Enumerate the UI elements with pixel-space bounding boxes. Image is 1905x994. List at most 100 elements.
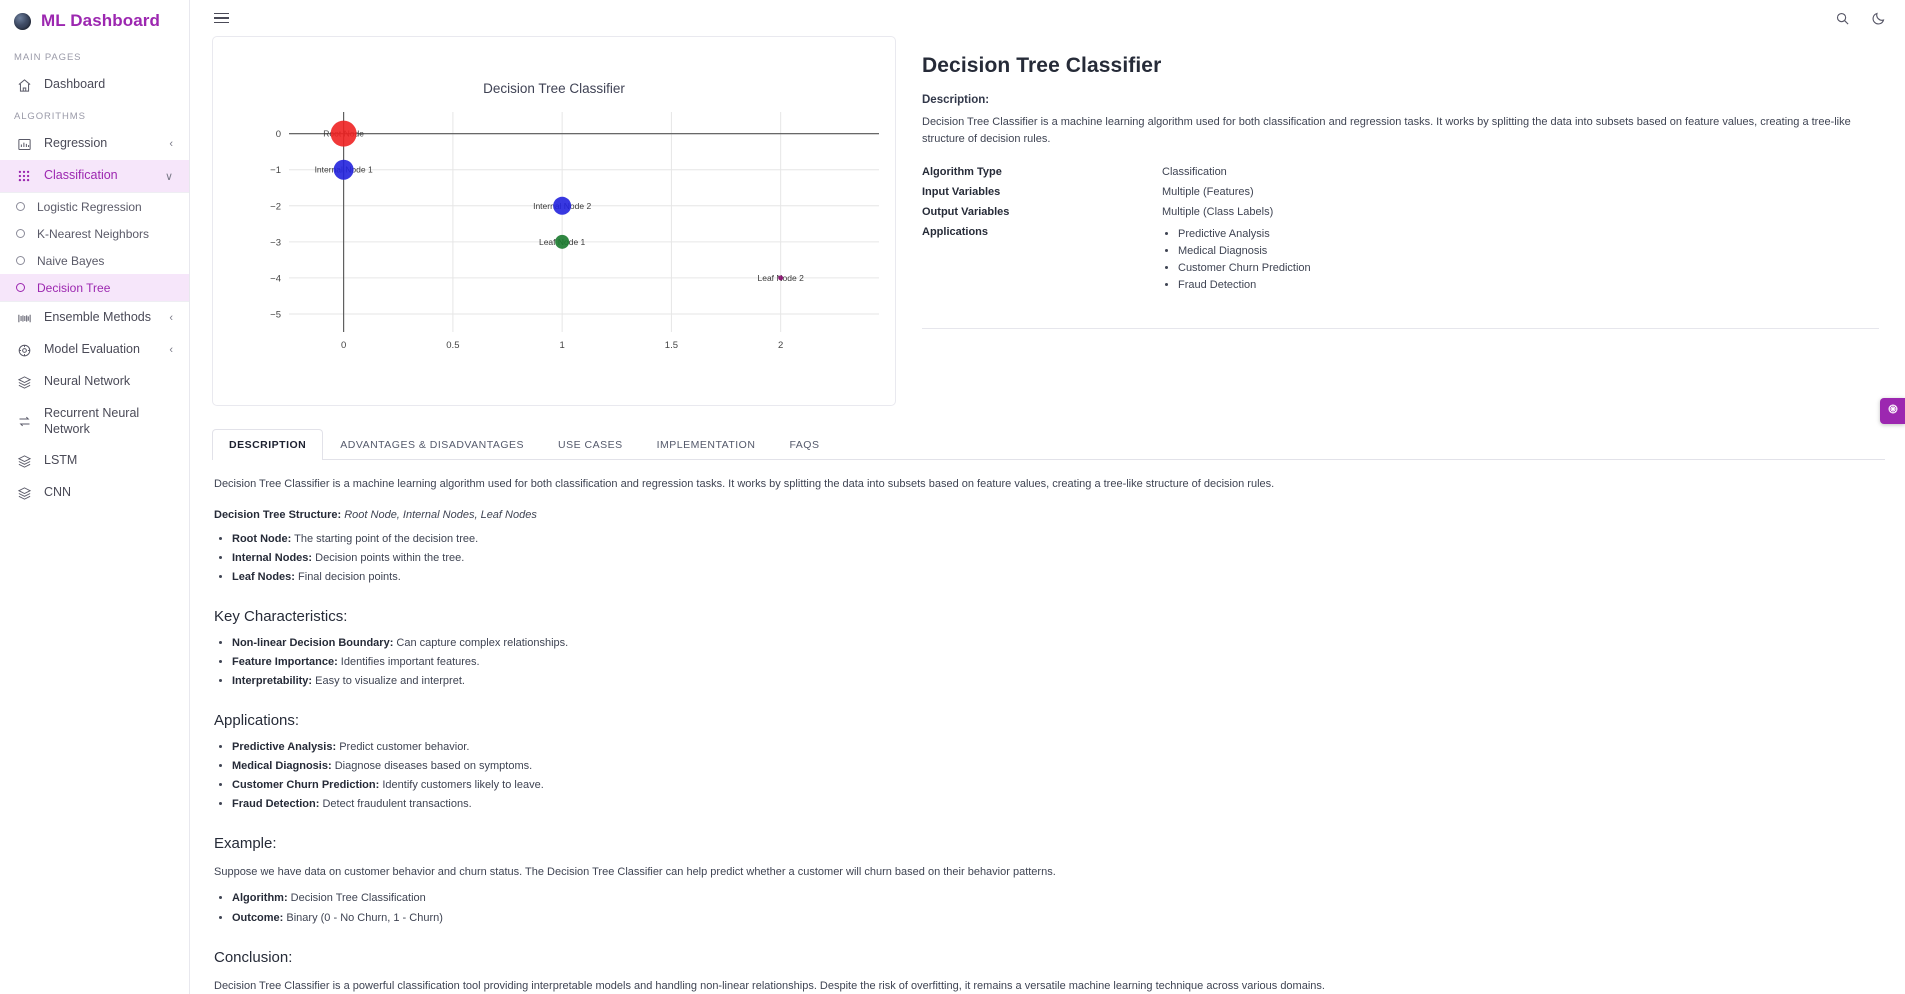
algorithm-properties-table: Algorithm Type Classification Input Vari… — [922, 162, 1879, 298]
list-item: Outcome: Binary (0 - No Churn, 1 - Churn… — [232, 910, 1883, 927]
data-point — [330, 120, 357, 147]
example-heading: Example: — [214, 834, 277, 852]
sidebar-item-model-evaluation[interactable]: Model Evaluation ‹ — [0, 334, 189, 366]
circle-icon — [16, 256, 25, 265]
row-value: Multiple (Features) — [1162, 186, 1254, 199]
text: Identifies important features. — [337, 655, 480, 668]
structure-list: Root Node: The starting point of the dec… — [232, 531, 1883, 586]
x-tick-label: 0 — [341, 340, 346, 351]
page-content: Decision Tree Classifier 0 −1 −2 −3 −4 −5 0 0.5… — [190, 36, 1905, 994]
x-tick-label: 1 — [559, 340, 564, 351]
text: Detect fraudulent transactions. — [319, 797, 472, 810]
y-tick-label: −1 — [270, 165, 281, 176]
sidebar-item-k-nearest-neighbors[interactable]: K-Nearest Neighbors — [0, 220, 189, 247]
sidebar-item-decision-tree[interactable]: Decision Tree — [0, 274, 189, 301]
tab-advantages-disadvantages[interactable]: ADVANTAGES & DISADVANTAGES — [323, 429, 541, 460]
circle-icon — [16, 229, 25, 238]
sidebar-item-label: Ensemble Methods — [44, 310, 152, 325]
app-root: ML Dashboard MAIN PAGES Dashboard ALGORI… — [0, 0, 1905, 994]
hamburger-icon[interactable] — [210, 9, 233, 28]
sidebar-item-regression[interactable]: Regression ‹ — [0, 128, 189, 160]
tab-bar: DESCRIPTION ADVANTAGES & DISADVANTAGES U… — [212, 428, 1885, 460]
x-tick-label: 0.5 — [446, 340, 459, 351]
applications-list: Predictive Analysis Medical Diagnosis Cu… — [1178, 226, 1879, 294]
grid-dots-icon — [16, 168, 32, 184]
term: Leaf Nodes: — [232, 570, 295, 583]
topbar — [190, 0, 1905, 36]
y-tick-label: −5 — [270, 309, 281, 320]
circle-icon — [16, 283, 25, 292]
table-row: Applications Predictive Analysis Medical… — [922, 222, 1879, 298]
decision-tree-scatter-plot[interactable]: 0−1−2−3−4−500.511.52Root NodeInternal No… — [221, 104, 887, 374]
chevron-left-icon[interactable]: ‹ — [169, 344, 173, 356]
list-item: Predictive Analysis — [1178, 226, 1879, 243]
tab-implementation[interactable]: IMPLEMENTATION — [640, 429, 773, 460]
classification-submenu: Logistic Regression K-Nearest Neighbors … — [0, 192, 189, 302]
sidebar-item-dashboard[interactable]: Dashboard — [0, 69, 189, 101]
term: Predictive Analysis: — [232, 740, 337, 753]
settings-fab-button[interactable] — [1880, 398, 1905, 424]
example-text: Suppose we have data on customer behavio… — [214, 865, 1056, 878]
list-item: Medical Diagnosis — [1178, 243, 1879, 260]
moon-icon[interactable] — [1869, 9, 1887, 27]
tab-description[interactable]: DESCRIPTION — [212, 429, 324, 460]
sidebar-item-label: CNN — [44, 485, 72, 500]
list-item: Root Node: The starting point of the dec… — [232, 531, 1883, 548]
text: Decision Tree Classification — [287, 892, 426, 905]
sidebar-item-label: Regression — [44, 136, 108, 151]
data-point — [555, 234, 570, 249]
y-tick-label: −2 — [270, 201, 281, 212]
sidebar-item-naive-bayes[interactable]: Naive Bayes — [0, 247, 189, 274]
data-point — [778, 275, 784, 281]
sub-item-label: K-Nearest Neighbors — [37, 226, 150, 241]
sidebar-item-classification[interactable]: Classification ∨ — [0, 160, 189, 192]
table-row: Input Variables Multiple (Features) — [922, 182, 1879, 202]
term: Medical Diagnosis: — [232, 759, 332, 772]
list-item: Predictive Analysis: Predict customer be… — [232, 739, 1883, 756]
conclusion-text: Decision Tree Classifier is a powerful c… — [214, 979, 1325, 992]
sidebar-item-label: Neural Network — [44, 374, 131, 389]
row-key: Input Variables — [922, 186, 1001, 199]
chart-card: Decision Tree Classifier 0 −1 −2 −3 −4 −5 0 0.5… — [212, 36, 896, 406]
sidebar: ML Dashboard MAIN PAGES Dashboard ALGORI… — [0, 0, 190, 994]
sidebar-item-label: Dashboard — [44, 77, 106, 92]
data-point — [333, 159, 354, 180]
term: Non-linear Decision Boundary: — [232, 636, 394, 649]
text: Easy to visualize and interpret. — [312, 674, 465, 687]
sidebar-item-neural-network[interactable]: Neural Network — [0, 366, 189, 398]
text: Final decision points. — [294, 570, 401, 583]
list-item: Internal Nodes: Decision points within t… — [232, 550, 1883, 567]
list-item: Leaf Nodes: Final decision points. — [232, 569, 1883, 586]
list-item: Algorithm: Decision Tree Classification — [232, 890, 1883, 907]
sidebar-item-recurrent-neural-network[interactable]: Recurrent Neural Network — [0, 398, 189, 445]
circle-icon — [16, 202, 25, 211]
tab-use-cases[interactable]: USE CASES — [541, 429, 640, 460]
list-item: Medical Diagnosis: Diagnose diseases bas… — [232, 758, 1883, 775]
row-key: Output Variables — [922, 206, 1010, 219]
brand[interactable]: ML Dashboard — [0, 0, 189, 42]
text: Decision points within the tree. — [312, 551, 465, 564]
chevron-left-icon[interactable]: ‹ — [169, 312, 173, 324]
chevron-left-icon[interactable]: ‹ — [169, 138, 173, 150]
sidebar-item-ensemble-methods[interactable]: Ensemble Methods ‹ — [0, 302, 189, 334]
text: Identify customers likely to leave. — [379, 778, 544, 791]
tab-faqs[interactable]: FAQS — [772, 429, 836, 460]
list-item: Feature Importance: Identifies important… — [232, 654, 1883, 671]
search-icon[interactable] — [1833, 9, 1851, 27]
list-item: Non-linear Decision Boundary: Can captur… — [232, 635, 1883, 652]
table-row: Algorithm Type Classification — [922, 162, 1879, 182]
applications-list: Predictive Analysis: Predict customer be… — [232, 739, 1883, 813]
sidebar-item-cnn[interactable]: CNN — [0, 477, 189, 509]
text: Predict customer behavior. — [336, 740, 470, 753]
chevron-down-icon[interactable]: ∨ — [165, 170, 173, 183]
tab-panel-description: Decision Tree Classifier is a machine le… — [212, 460, 1885, 994]
stack-icon — [16, 453, 32, 469]
sidebar-item-label: LSTM — [44, 453, 78, 468]
text: The starting point of the decision tree. — [291, 532, 479, 545]
y-tick-label: −3 — [270, 237, 281, 248]
bar-chart-icon — [16, 136, 32, 152]
sidebar-item-lstm[interactable]: LSTM — [0, 445, 189, 477]
sidebar-item-label: Recurrent Neural Network — [44, 406, 140, 436]
sidebar-item-logistic-regression[interactable]: Logistic Regression — [0, 193, 189, 220]
structure-label: Decision Tree Structure: — [214, 508, 342, 521]
